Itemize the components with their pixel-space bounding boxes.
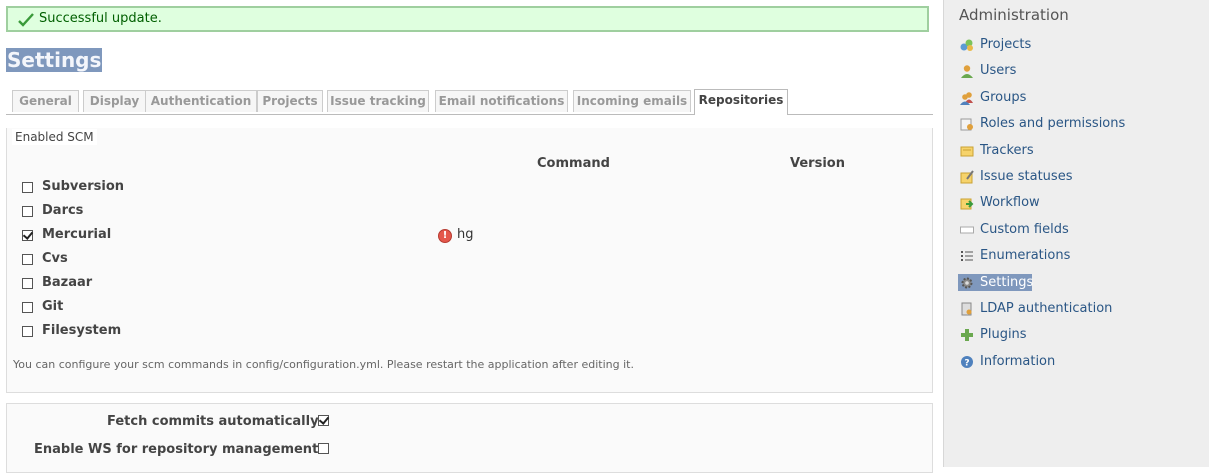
- flash-message: Successful update.: [39, 11, 162, 26]
- scm-label-mercurial: Mercurial: [42, 227, 112, 242]
- scm-label-bazaar: Bazaar: [42, 275, 93, 290]
- sidebar-item-label: Roles and permissions: [980, 116, 1126, 131]
- tab-authentication[interactable]: Authentication: [145, 90, 257, 112]
- tab-issue-tracking[interactable]: Issue tracking: [327, 90, 429, 112]
- tracker-icon: [960, 146, 974, 157]
- sidebar-item-label: LDAP authentication: [980, 301, 1113, 316]
- gear-icon: [961, 277, 973, 289]
- sidebar-item-label: Workflow: [980, 195, 1040, 210]
- roles-icon: [960, 118, 973, 131]
- fetch-commits-checkbox[interactable]: [318, 415, 329, 426]
- svg-text:?: ?: [964, 359, 969, 369]
- server-key-icon: [961, 302, 972, 316]
- mercurial-command: hg: [457, 227, 474, 242]
- workflow-icon: [960, 198, 974, 210]
- issue-status-icon: [960, 170, 974, 184]
- fetch-commits-label: Fetch commits automatically: [107, 414, 319, 429]
- plugin-icon: [961, 329, 973, 341]
- cvs-checkbox[interactable]: [22, 254, 33, 265]
- sidebar-item-label: Issue statuses: [980, 169, 1073, 184]
- scm-label-filesystem: Filesystem: [42, 323, 122, 338]
- success-flash: Successful update.: [6, 6, 929, 32]
- sidebar-item-label: Trackers: [980, 143, 1034, 158]
- git-checkbox[interactable]: [22, 302, 33, 313]
- darcs-checkbox[interactable]: [22, 206, 33, 217]
- sidebar-title: Administration: [959, 6, 1069, 24]
- sidebar-item-label: Enumerations: [980, 248, 1071, 263]
- tab-general[interactable]: General: [12, 90, 79, 112]
- version-column-header: Version: [790, 156, 845, 171]
- tab-email-notifications[interactable]: Email notifications: [435, 90, 568, 112]
- subversion-checkbox[interactable]: [22, 182, 33, 193]
- user-icon: [961, 65, 973, 78]
- sidebar-item-settings[interactable]: Settings: [958, 274, 1034, 291]
- sidebar-item-label: Projects: [980, 37, 1032, 52]
- main-content: Successful update. Settings General Disp…: [0, 0, 943, 473]
- scm-label-subversion: Subversion: [42, 179, 125, 194]
- sidebar-item-label: Information: [980, 354, 1056, 369]
- sidebar-item-label: Users: [980, 63, 1017, 78]
- sidebar-item-label: Groups: [980, 90, 1027, 105]
- command-column-header: Command: [537, 156, 610, 171]
- page-title: Settings: [6, 48, 103, 72]
- settings-tabs: General Display Authentication Projects …: [6, 89, 933, 115]
- tab-projects[interactable]: Projects: [257, 90, 323, 112]
- group-icon: [960, 92, 973, 105]
- sidebar-item-label: Plugins: [980, 327, 1027, 342]
- sidebar-item-label: Settings: [980, 275, 1034, 290]
- filesystem-checkbox[interactable]: [22, 326, 33, 337]
- tab-display[interactable]: Display: [83, 90, 146, 112]
- checkmark-icon: [18, 13, 34, 27]
- scm-label-darcs: Darcs: [42, 203, 84, 218]
- enable-ws-label: Enable WS for repository management: [34, 442, 319, 457]
- projects-icon: [960, 39, 973, 51]
- exclamation-icon: !: [438, 229, 452, 243]
- scm-label-cvs: Cvs: [42, 251, 68, 266]
- list-icon: [961, 251, 973, 261]
- enable-ws-checkbox[interactable]: [318, 443, 329, 454]
- admin-sidebar: Administration Projects Users Groups Rol…: [943, 0, 1209, 467]
- sidebar-item-label: Custom fields: [980, 222, 1069, 237]
- help-icon: ?: [961, 356, 973, 369]
- fieldset-legend: Enabled SCM: [12, 129, 97, 145]
- mercurial-checkbox[interactable]: [22, 230, 33, 241]
- tab-repositories[interactable]: Repositories: [694, 89, 788, 115]
- tab-incoming-emails[interactable]: Incoming emails: [573, 90, 691, 112]
- custom-field-icon: [960, 226, 974, 234]
- scm-config-note: You can configure your scm commands in c…: [13, 358, 634, 371]
- bazaar-checkbox[interactable]: [22, 278, 33, 289]
- scm-label-git: Git: [42, 299, 64, 314]
